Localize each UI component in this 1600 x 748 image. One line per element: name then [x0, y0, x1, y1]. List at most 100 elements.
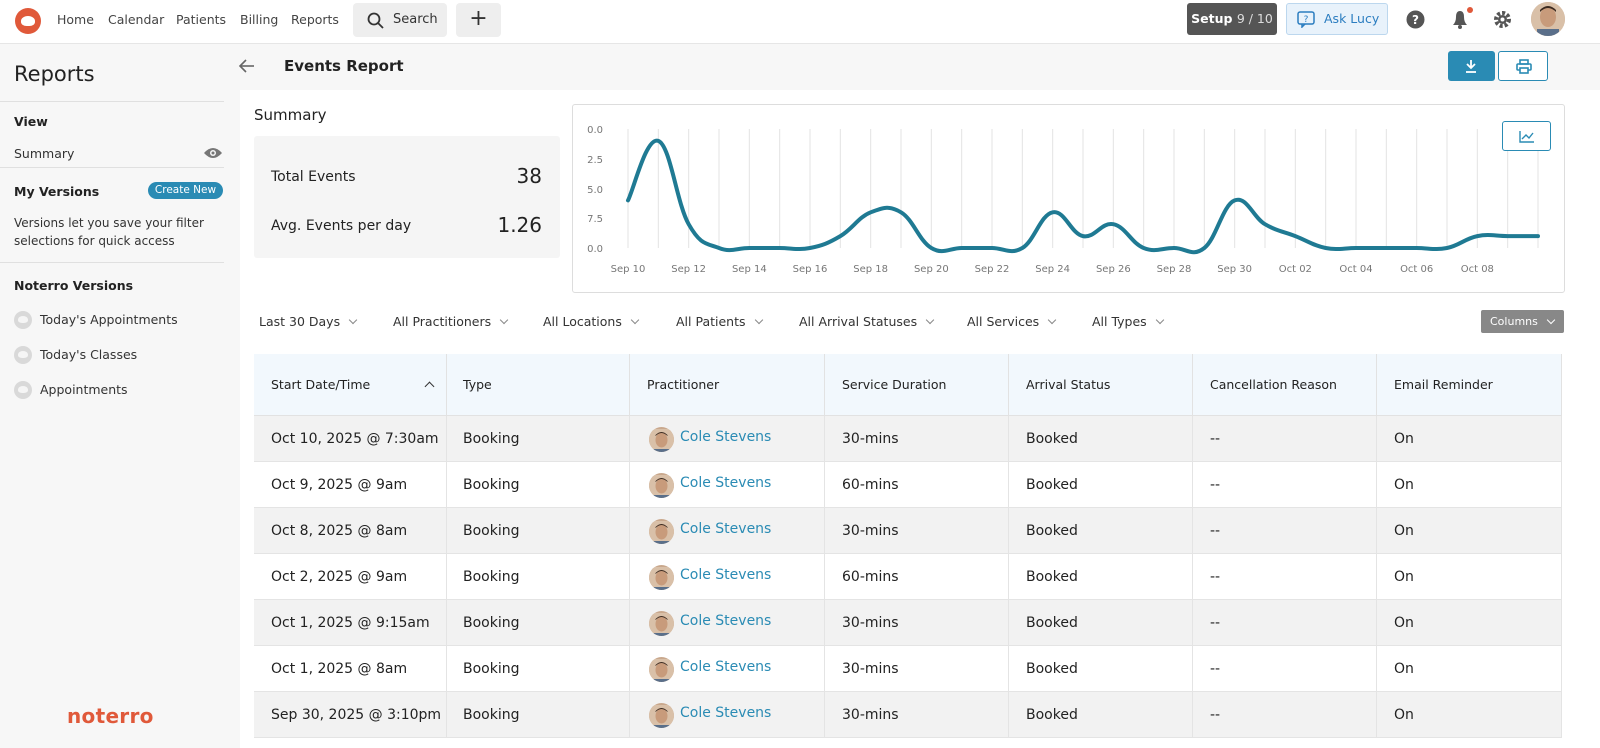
cell-service-duration: 30-mins	[825, 646, 1009, 692]
cell-practitioner[interactable]: Cole Stevens	[630, 646, 825, 692]
cell-practitioner[interactable]: Cole Stevens	[630, 554, 825, 600]
header-service-duration[interactable]: Service Duration	[825, 354, 1009, 416]
practitioner-link[interactable]: Cole Stevens	[680, 414, 771, 460]
setup-button[interactable]: Setup 9 / 10	[1187, 3, 1277, 35]
cell-start-date: Sep 30, 2025 @ 3:10pm	[254, 692, 447, 738]
cell-type: Booking	[446, 508, 630, 554]
download-button[interactable]	[1448, 51, 1495, 81]
practitioner-link[interactable]: Cole Stevens	[680, 552, 771, 598]
table-row[interactable]: Oct 9, 2025 @ 9am Booking Cole Stevens 60-m…	[254, 462, 1562, 508]
avg-events-label: Avg. Events per day	[271, 218, 412, 234]
versions-description: Versions let you save your filter select…	[14, 216, 204, 248]
filter-services[interactable]: All Services	[967, 314, 1055, 329]
x-tick-label: Sep 22	[975, 264, 1010, 275]
cell-practitioner[interactable]: Cole Stevens	[630, 692, 825, 738]
x-tick-label: Sep 28	[1157, 264, 1192, 275]
cell-arrival-status: Booked	[1009, 416, 1193, 462]
cell-practitioner[interactable]: Cole Stevens	[630, 462, 825, 508]
nav-reports[interactable]: Reports	[291, 0, 339, 44]
x-tick-label: Oct 08	[1461, 264, 1494, 275]
bell-icon[interactable]	[1450, 7, 1476, 31]
header-cancellation-reason[interactable]: Cancellation Reason	[1193, 354, 1377, 416]
add-button[interactable]: +	[456, 3, 501, 37]
practitioner-link[interactable]: Cole Stevens	[680, 506, 771, 552]
table-row[interactable]: Sep 30, 2025 @ 3:10pm Booking Cole Stevens…	[254, 692, 1562, 738]
table-row[interactable]: Oct 10, 2025 @ 7:30am Booking Cole Stevens…	[254, 416, 1562, 462]
nav-calendar[interactable]: Calendar	[108, 0, 164, 44]
gear-icon[interactable]	[1493, 10, 1512, 29]
table-row[interactable]: Oct 8, 2025 @ 8am Booking Cole Stevens 30-m…	[254, 508, 1562, 554]
version-item-todays-classes[interactable]: Today's Classes	[14, 346, 137, 364]
ask-lucy-label: Ask Lucy	[1324, 11, 1380, 26]
columns-button[interactable]: Columns	[1481, 310, 1564, 333]
cell-type: Booking	[446, 462, 630, 508]
nav-home[interactable]: Home	[57, 0, 94, 44]
practitioner-link[interactable]: Cole Stevens	[680, 644, 771, 690]
practitioner-link[interactable]: Cole Stevens	[680, 598, 771, 644]
table-row[interactable]: Oct 1, 2025 @ 9:15am Booking Cole Stevens 3…	[254, 600, 1562, 646]
chart-type-button[interactable]	[1502, 121, 1551, 151]
print-button[interactable]	[1498, 51, 1548, 81]
nav-patients[interactable]: Patients	[176, 0, 226, 44]
x-tick-label: Sep 24	[1035, 264, 1070, 275]
cell-practitioner[interactable]: Cole Stevens	[630, 600, 825, 646]
total-events-label: Total Events	[271, 169, 356, 185]
header-practitioner[interactable]: Practitioner	[630, 354, 825, 416]
app-logo[interactable]	[15, 8, 41, 34]
cell-start-date: Oct 9, 2025 @ 9am	[254, 462, 447, 508]
cell-cancellation-reason: --	[1193, 416, 1377, 462]
create-new-button[interactable]: Create New	[148, 182, 223, 199]
filter-practitioners[interactable]: All Practitioners	[393, 314, 507, 329]
ask-lucy-button[interactable]: ? Ask Lucy	[1286, 3, 1388, 35]
search-button[interactable]: Search	[353, 3, 447, 37]
cell-email-reminder: On	[1377, 646, 1562, 692]
cell-arrival-status: Booked	[1009, 646, 1193, 692]
view-heading: View	[14, 114, 48, 129]
version-item-todays-appointments[interactable]: Today's Appointments	[14, 311, 178, 329]
back-arrow-icon[interactable]	[238, 58, 256, 74]
filter-types[interactable]: All Types	[1092, 314, 1163, 329]
cell-type: Booking	[446, 692, 630, 738]
header-start-date[interactable]: Start Date/Time	[254, 354, 447, 416]
user-avatar[interactable]	[1531, 2, 1565, 36]
sort-ascending-icon	[424, 381, 435, 392]
table-row[interactable]: Oct 1, 2025 @ 8am Booking Cole Stevens 30-m…	[254, 646, 1562, 692]
svg-text:?: ?	[1304, 15, 1309, 25]
cell-start-date: Oct 1, 2025 @ 8am	[254, 646, 447, 692]
version-item-appointments[interactable]: Appointments	[14, 381, 128, 399]
filter-arrival-statuses[interactable]: All Arrival Statuses	[799, 314, 933, 329]
header-type[interactable]: Type	[446, 354, 630, 416]
eye-icon[interactable]	[203, 146, 223, 160]
nav-billing[interactable]: Billing	[240, 0, 278, 44]
cell-arrival-status: Booked	[1009, 554, 1193, 600]
practitioner-link[interactable]: Cole Stevens	[680, 460, 771, 506]
noterro-versions-heading: Noterro Versions	[14, 278, 134, 293]
cell-email-reminder: On	[1377, 600, 1562, 646]
filter-patients[interactable]: All Patients	[676, 314, 762, 329]
practitioner-link[interactable]: Cole Stevens	[680, 690, 771, 736]
header-arrival-status[interactable]: Arrival Status	[1009, 354, 1193, 416]
filter-date-range[interactable]: Last 30 Days	[259, 314, 356, 329]
cell-type: Booking	[446, 554, 630, 600]
cell-type: Booking	[446, 416, 630, 462]
cell-service-duration: 30-mins	[825, 508, 1009, 554]
search-icon	[367, 12, 384, 29]
header-email-reminder[interactable]: Email Reminder	[1377, 354, 1562, 416]
cell-cancellation-reason: --	[1193, 462, 1377, 508]
sidebar-item-summary[interactable]: Summary	[14, 146, 74, 161]
cell-email-reminder: On	[1377, 692, 1562, 738]
y-tick-label: 5.0	[587, 185, 603, 196]
help-icon[interactable]: ?	[1406, 10, 1425, 29]
table-body: Oct 10, 2025 @ 7:30am Booking Cole Stevens…	[254, 416, 1562, 738]
filter-locations[interactable]: All Locations	[543, 314, 638, 329]
practitioner-avatar	[649, 427, 674, 452]
print-icon	[1516, 59, 1532, 74]
table-row[interactable]: Oct 2, 2025 @ 9am Booking Cole Stevens 60-m…	[254, 554, 1562, 600]
cell-practitioner[interactable]: Cole Stevens	[630, 508, 825, 554]
events-line-chart: 0.0 2.5 5.0 7.5 0.0 Sep 10 Sep 12 Sep 14 Sep 16 S…	[587, 125, 1540, 275]
cell-practitioner[interactable]: Cole Stevens	[630, 416, 825, 462]
cell-cancellation-reason: --	[1193, 554, 1377, 600]
cell-arrival-status: Booked	[1009, 462, 1193, 508]
practitioner-avatar	[649, 611, 674, 636]
my-versions-heading: My Versions	[14, 184, 100, 199]
